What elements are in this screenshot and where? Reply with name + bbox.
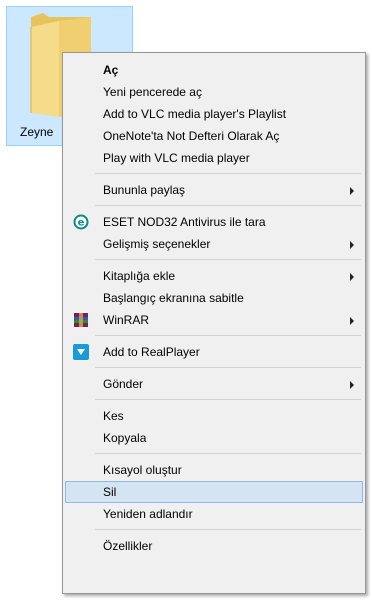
menu-item-label: Kopyala [103,431,147,445]
menu-item-label: OneNote'ta Not Defteri Olarak Aç [103,129,280,143]
menu-item-label: Özellikler [103,539,153,553]
submenu-arrow-icon [350,187,354,195]
menu-item-label: Başlangıç ekranına sabitle [103,291,244,305]
menu-item-label: Yeniden adlandır [103,507,193,521]
menu-separator [95,335,361,336]
menu-item-label: Kısayol oluştur [103,463,182,477]
submenu-arrow-icon [350,381,354,389]
submenu-arrow-icon [350,273,354,281]
menu-item-label: Add to VLC media player's Playlist [103,107,287,121]
menu-item-advanced-options[interactable]: Gelişmiş seçenekler [65,233,363,255]
context-menu: Aç Yeni pencerede aç Add to VLC media pl… [62,52,366,594]
menu-item-send-to[interactable]: Gönder [65,373,363,395]
menu-item-delete[interactable]: Sil [65,481,363,503]
menu-separator [95,205,361,206]
menu-item-label: Play with VLC media player [103,151,250,165]
winrar-icon [74,313,88,327]
menu-item-winrar[interactable]: WinRAR [65,309,363,331]
menu-item-label: Kitaplığa ekle [103,269,176,283]
menu-separator [95,173,361,174]
menu-item-pin-to-start[interactable]: Başlangıç ekranına sabitle [65,287,363,309]
menu-item-label: Bununla paylaş [103,183,186,197]
menu-separator [95,259,361,260]
menu-item-properties[interactable]: Özellikler [65,535,363,557]
menu-item-label: Aç [103,63,119,77]
menu-item-label: Yeni pencerede aç [103,85,202,99]
menu-separator [95,529,361,530]
menu-item-onenote[interactable]: OneNote'ta Not Defteri Olarak Aç [65,125,363,147]
menu-item-label: Gelişmiş seçenekler [103,237,211,251]
menu-item-label: WinRAR [103,313,150,327]
menu-item-realplayer[interactable]: Add to RealPlayer [65,341,363,363]
realplayer-icon [73,344,89,360]
menu-item-copy[interactable]: Kopyala [65,427,363,449]
menu-item-label: ESET NOD32 Antivirus ile tara [103,215,266,229]
menu-item-label: Gönder [103,377,144,391]
menu-item-add-to-library[interactable]: Kitaplığa ekle [65,265,363,287]
submenu-arrow-icon [350,317,354,325]
menu-separator [95,367,361,368]
folder-label: Zeyne [20,125,54,139]
menu-item-open[interactable]: Aç [65,59,363,81]
svg-text:e: e [78,218,85,229]
eset-icon: e [73,214,89,230]
menu-item-label: Add to RealPlayer [103,345,200,359]
menu-separator [95,399,361,400]
menu-item-share-with[interactable]: Bununla paylaş [65,179,363,201]
menu-item-cut[interactable]: Kes [65,405,363,427]
menu-item-eset-scan[interactable]: e ESET NOD32 Antivirus ile tara [65,211,363,233]
menu-item-open-new-window[interactable]: Yeni pencerede aç [65,81,363,103]
submenu-arrow-icon [350,241,354,249]
menu-item-vlc-play[interactable]: Play with VLC media player [65,147,363,169]
menu-item-rename[interactable]: Yeniden adlandır [65,503,363,525]
menu-item-label: Sil [103,485,117,499]
menu-item-create-shortcut[interactable]: Kısayol oluştur [65,459,363,481]
menu-item-vlc-playlist[interactable]: Add to VLC media player's Playlist [65,103,363,125]
menu-separator [95,453,361,454]
menu-item-label: Kes [103,409,124,423]
